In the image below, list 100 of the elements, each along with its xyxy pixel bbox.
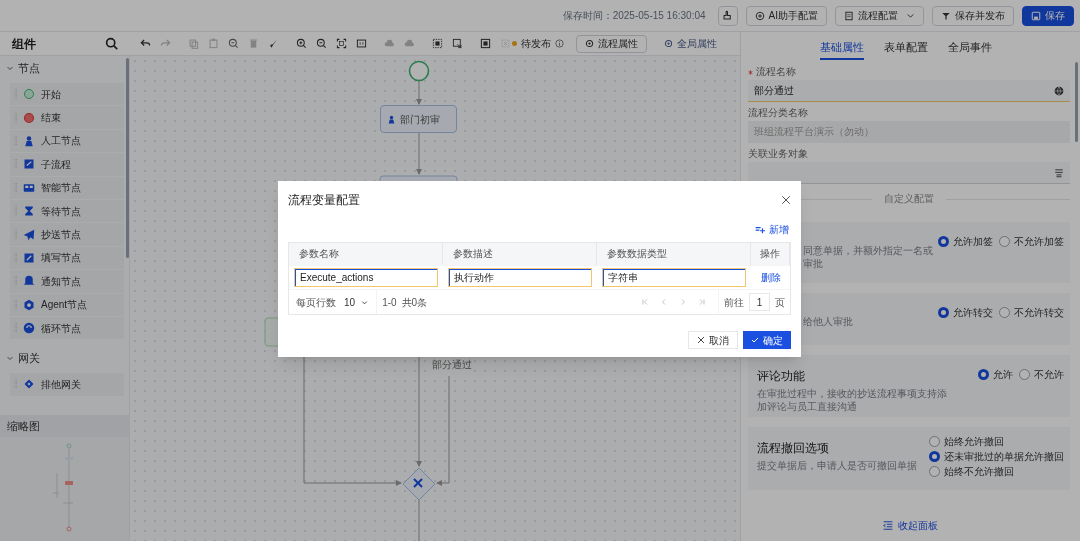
radio-option[interactable]: 允许转交 [938, 306, 993, 320]
radio-button[interactable] [938, 307, 949, 319]
cloud-icon[interactable] [384, 38, 395, 49]
toolbar-tab[interactable]: 全局属性 [655, 34, 726, 53]
radio-option[interactable]: 允许加签 [938, 235, 993, 249]
notify-node-icon [23, 275, 35, 288]
radio-option[interactable]: 不允许加签 [999, 235, 1064, 249]
card-title: 评论功能 [757, 368, 806, 386]
component-item[interactable]: 填写节点 [10, 246, 124, 270]
radio-option[interactable]: 始终不允许撤回 [929, 465, 1064, 479]
radio-option[interactable]: 不允许转交 [999, 306, 1064, 320]
save-time: 保存时间：2025-05-15 16:30:04 [562, 9, 706, 23]
ai-config-button[interactable]: AI助手配置 [745, 5, 827, 26]
panel-tab[interactable]: 全局事件 [947, 36, 992, 60]
page-suffix: 页 [775, 295, 785, 310]
task-node[interactable]: 部门初审 [380, 105, 457, 133]
component-item[interactable]: 智能节点 [10, 176, 124, 199]
zoom-out-icon[interactable] [228, 38, 239, 49]
process-config-button[interactable]: 流程配置 [835, 5, 924, 26]
paste-icon[interactable] [208, 38, 219, 49]
confirm-button[interactable]: 确定 [743, 331, 791, 349]
input-field[interactable]: 字符串 [602, 268, 746, 287]
panel-tab[interactable]: 基础属性 [819, 36, 864, 60]
trash-icon[interactable] [248, 38, 259, 49]
component-item[interactable]: 通知节点 [10, 270, 124, 293]
cancel-button[interactable]: 取消 [688, 331, 738, 349]
save-publish-button[interactable]: 保存并发布 [932, 5, 1014, 26]
last-page-icon[interactable] [698, 298, 706, 306]
align-icon[interactable] [452, 38, 463, 49]
list-icon[interactable] [1054, 167, 1064, 178]
close-icon[interactable] [781, 195, 791, 205]
radio-option[interactable]: 还未审批过的单据允许撤回 [929, 450, 1064, 464]
delete-link[interactable]: 删除 [760, 270, 781, 285]
scrollbar[interactable] [1075, 62, 1078, 142]
input-field[interactable] [748, 162, 1070, 184]
select-box-icon[interactable] [432, 38, 443, 49]
input-field[interactable]: Execute_actions [294, 268, 438, 287]
gateway-node[interactable] [402, 467, 436, 501]
globe-icon[interactable] [1054, 85, 1064, 96]
card-description: 给他人审批 [803, 315, 853, 329]
card-description: 加评论与员工直接沟通 [757, 400, 858, 414]
redo-icon[interactable] [160, 38, 171, 49]
radio-button[interactable] [929, 451, 940, 463]
flow-arrow[interactable] [416, 132, 422, 175]
component-item[interactable]: 等待节点 [10, 199, 124, 223]
first-page-icon[interactable] [641, 298, 649, 306]
component-item[interactable]: 结束 [10, 106, 124, 129]
component-item[interactable]: 子流程 [10, 153, 124, 176]
radio-option[interactable]: 允许 [978, 368, 1013, 382]
component-item[interactable]: 开始 [10, 83, 124, 106]
component-item[interactable]: 抄送节点 [10, 223, 124, 246]
subprocess-node-icon [23, 158, 35, 171]
check-icon [751, 336, 759, 344]
radio-option[interactable]: 不允许 [1019, 368, 1064, 382]
radio-option[interactable]: 始终允许撤回 [929, 435, 1064, 449]
component-item[interactable]: 排他网关 [10, 373, 124, 396]
component-item[interactable]: Agent节点 [10, 293, 124, 316]
component-item[interactable]: 人工节点 [10, 129, 124, 153]
collapse-icon [883, 521, 893, 530]
input-field[interactable]: 部分通过 [748, 80, 1070, 102]
flow-arrow[interactable] [416, 80, 422, 105]
cloud-icon[interactable] [404, 38, 415, 49]
radio-button[interactable] [978, 369, 989, 381]
input-field[interactable]: 执行动作 [448, 268, 592, 287]
radio-button[interactable] [1019, 369, 1030, 381]
page-input[interactable]: 1 [749, 293, 770, 311]
undo-icon[interactable] [140, 38, 151, 49]
divider-label: 自定义配置 [884, 192, 934, 206]
section-header[interactable]: 网关 [0, 347, 129, 370]
zoom-out-icon[interactable] [316, 38, 327, 49]
zoom-in-icon[interactable] [296, 38, 307, 49]
search-icon[interactable] [105, 37, 118, 50]
radio-button[interactable] [999, 307, 1010, 319]
hand-button[interactable] [717, 5, 738, 26]
component-item[interactable]: 循环节点 [10, 316, 124, 340]
add-button[interactable]: 新增 [755, 221, 789, 237]
grid-icon[interactable] [500, 38, 511, 49]
save-button[interactable]: 保存 [1022, 5, 1074, 26]
panel-title: 组件 [12, 35, 36, 53]
radio-button[interactable] [929, 466, 940, 478]
target-icon [754, 10, 765, 21]
collapse-panel-button[interactable]: 收起面板 [883, 518, 938, 533]
previous-page-icon[interactable] [660, 298, 668, 306]
send-node-icon [23, 228, 35, 241]
flow-arrow[interactable] [416, 355, 422, 467]
radio-button[interactable] [938, 236, 949, 248]
frame-icon[interactable] [480, 38, 491, 49]
radio-button[interactable] [929, 436, 940, 448]
radio-button[interactable] [999, 236, 1010, 248]
next-page-icon[interactable] [679, 298, 687, 306]
column-header: 参数描述 [443, 243, 597, 265]
rows-per-page-select[interactable]: 10 [344, 294, 369, 310]
section-header[interactable]: 节点 [0, 57, 129, 79]
start-event[interactable] [408, 60, 430, 82]
panel-tab[interactable]: 表单配置 [883, 36, 928, 60]
actual-size-icon[interactable] [356, 38, 367, 49]
fit-screen-icon[interactable] [336, 38, 347, 49]
copy-icon[interactable] [188, 38, 199, 49]
scrollbar[interactable] [126, 58, 129, 258]
toolbar-tab[interactable]: 流程属性 [576, 34, 647, 53]
